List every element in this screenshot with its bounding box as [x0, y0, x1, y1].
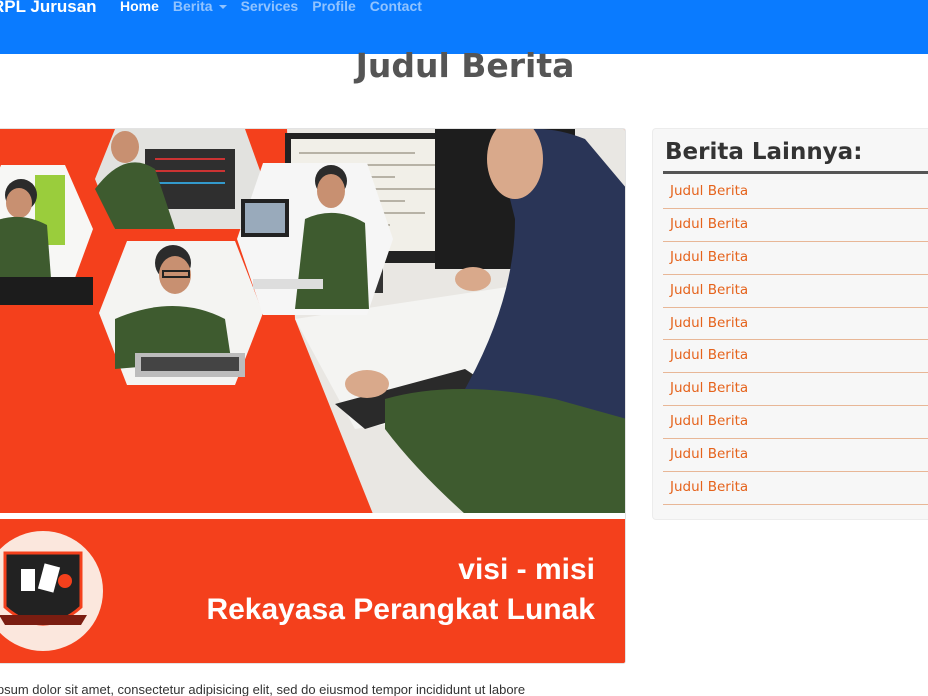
sidebar-news-link[interactable]: Judul Berita — [663, 439, 928, 473]
banner-line-1: visi - misi — [458, 553, 595, 586]
sidebar: Berita Lainnya: Judul Berita Judul Berit… — [652, 128, 928, 520]
brand-logo-text[interactable]: RPL Jurusan — [0, 0, 97, 17]
sidebar-title: Berita Lainnya: — [665, 139, 863, 165]
sidebar-title-divider — [663, 171, 928, 174]
hero-image: visi - misi Rekayasa Perangkat Lunak — [0, 128, 626, 664]
nav-item-services[interactable]: Services — [241, 0, 299, 14]
nav-item-home[interactable]: Home — [120, 0, 159, 14]
sidebar-news-link[interactable]: Judul Berita — [663, 373, 928, 407]
sidebar-news-list: Judul Berita Judul Berita Judul Berita J… — [663, 176, 928, 505]
nav-menu: Home Berita Services Profile Contact — [120, 0, 422, 14]
page-title: Judul Berita — [355, 46, 575, 85]
nav-item-berita-label: Berita — [172, 0, 213, 14]
sidebar-news-link[interactable]: Judul Berita — [663, 275, 928, 308]
hero-illustration: visi - misi Rekayasa Perangkat Lunak — [0, 129, 625, 663]
sidebar-news-link[interactable]: Judul Berita — [663, 406, 928, 440]
article-body-text: ipsum dolor sit amet, consectetur adipis… — [0, 682, 526, 696]
nav-item-profile[interactable]: Profile — [312, 0, 356, 14]
sidebar-news-link[interactable]: Judul Berita — [663, 472, 928, 505]
sidebar-news-link[interactable]: Judul Berita — [663, 209, 928, 242]
caret-down-icon — [218, 5, 227, 10]
sidebar-news-link[interactable]: Judul Berita — [663, 176, 928, 209]
banner-line-2: Rekayasa Perangkat Lunak — [206, 593, 595, 626]
nav-item-contact[interactable]: Contact — [370, 0, 422, 14]
sidebar-news-link[interactable]: Judul Berita — [663, 340, 928, 374]
sidebar-news-link[interactable]: Judul Berita — [663, 242, 928, 275]
sidebar-news-link[interactable]: Judul Berita — [663, 308, 928, 341]
nav-item-berita[interactable]: Berita — [173, 0, 227, 14]
